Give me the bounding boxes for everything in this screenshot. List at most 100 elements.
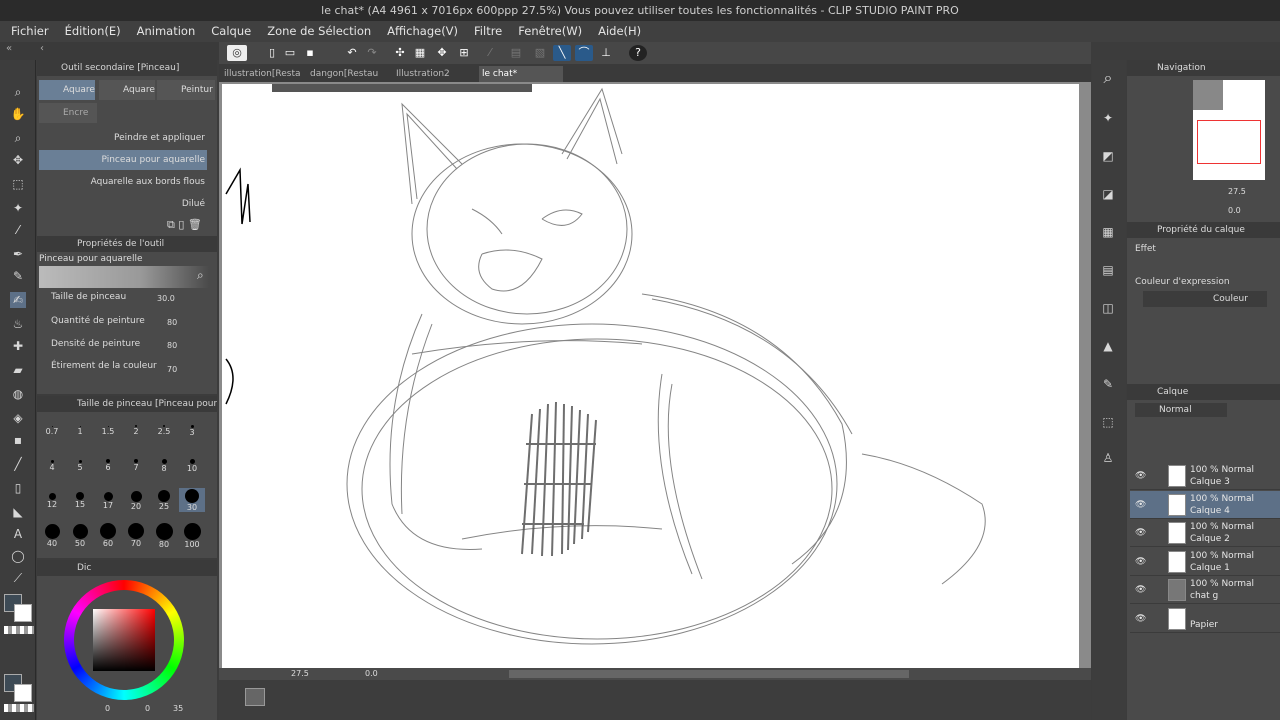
- subtool-tab-peinture[interactable]: Peintur: [157, 80, 215, 100]
- visibility-eye-icon[interactable]: 👁: [1135, 471, 1146, 481]
- brush-item-pinceau-aquarelle[interactable]: Pinceau pour aquarelle: [39, 150, 207, 170]
- brush-size-cell[interactable]: 40: [39, 523, 65, 548]
- fill-bucket-icon[interactable]: ◈: [10, 410, 26, 426]
- layer-row[interactable]: 👁 100 % Normal Calque 4: [1130, 490, 1280, 519]
- arrow-left-icon[interactable]: ‹: [40, 43, 44, 54]
- material8-icon[interactable]: ✎: [1100, 376, 1116, 392]
- visibility-eye-icon[interactable]: 👁: [1135, 528, 1146, 538]
- navigator-zoom[interactable]: 27.5: [1228, 187, 1246, 196]
- help-icon[interactable]: ?: [629, 45, 647, 61]
- status-zoom[interactable]: 27.5: [291, 669, 309, 678]
- brush-size-cell[interactable]: 5: [67, 453, 93, 472]
- undo-icon[interactable]: ↶: [343, 45, 361, 61]
- status-angle[interactable]: 0.0: [365, 669, 378, 678]
- layer-row[interactable]: 👁 100 % Normal Calque 2: [1130, 519, 1280, 547]
- material6-icon[interactable]: ◫: [1100, 300, 1116, 316]
- brush-size-cell[interactable]: 80: [151, 522, 177, 549]
- transform-icon[interactable]: ✥: [433, 45, 451, 61]
- subtool-tab-aquarelle-1[interactable]: Aquare: [39, 80, 95, 100]
- brush-size-cell[interactable]: 15: [67, 488, 93, 509]
- figure-icon[interactable]: ╱: [10, 456, 26, 472]
- navigator-angle[interactable]: 0.0: [1228, 206, 1241, 215]
- snap-ruler-icon[interactable]: ╲: [553, 45, 571, 61]
- redo-icon[interactable]: ↷: [363, 45, 381, 61]
- material2-icon[interactable]: ◩: [1100, 148, 1116, 164]
- doc-tab-dangon[interactable]: dangon[Restau: [307, 66, 391, 82]
- visibility-eye-icon[interactable]: 👁: [1135, 500, 1146, 510]
- brush-size-cell[interactable]: 8: [151, 453, 177, 473]
- brush-size-cell[interactable]: 1: [67, 418, 93, 436]
- menu-animation[interactable]: Animation: [137, 21, 196, 42]
- layer-row[interactable]: 👁 100 % Normal chat g: [1130, 576, 1280, 604]
- brush-size-cell[interactable]: 17: [95, 488, 121, 510]
- prop-value-quantite[interactable]: 80: [167, 318, 177, 327]
- snap-grid-icon[interactable]: ⊥: [597, 45, 615, 61]
- material5-icon[interactable]: ▤: [1100, 262, 1116, 278]
- brush-size-cell[interactable]: 12: [39, 488, 65, 509]
- prop-value-taille[interactable]: 30.0: [157, 294, 175, 303]
- brush-item-dilue[interactable]: Dilué: [39, 194, 207, 214]
- material4-icon[interactable]: ▦: [1100, 224, 1116, 240]
- subtool-tab-encre[interactable]: Encre: [39, 103, 97, 123]
- brush-size-cell[interactable]: 60: [95, 523, 121, 548]
- sub-color-swatch[interactable]: [14, 604, 32, 622]
- select-icon[interactable]: ▧: [531, 45, 549, 61]
- brush-item-peindre[interactable]: Peindre et appliquer: [39, 128, 207, 148]
- menu-calque[interactable]: Calque: [211, 21, 251, 42]
- open-file-icon[interactable]: ▭: [281, 45, 299, 61]
- doc-tab-le-chat[interactable]: le chat*: [479, 66, 563, 82]
- decoration-icon[interactable]: ✚: [10, 338, 26, 354]
- material-icon[interactable]: ✦: [1100, 110, 1116, 126]
- snap-special-icon[interactable]: ⌒: [575, 45, 593, 61]
- frame-icon[interactable]: ▯: [10, 480, 26, 496]
- canvas-area[interactable]: [219, 82, 1091, 668]
- horizontal-scrollbar[interactable]: [509, 670, 909, 678]
- pen-tool-icon[interactable]: ✒: [10, 246, 26, 262]
- correction-icon[interactable]: ⟋: [10, 570, 26, 586]
- prop-value-densite[interactable]: 80: [167, 341, 177, 350]
- pencil-tool-icon[interactable]: ✎: [10, 268, 26, 284]
- brush-size-cell[interactable]: 2: [123, 418, 149, 436]
- menu-selection[interactable]: Zone de Sélection: [267, 21, 371, 42]
- timeline-icon[interactable]: [245, 688, 265, 706]
- menu-edition[interactable]: Édition(E): [65, 21, 121, 42]
- brush-tool-icon[interactable]: ✍: [10, 292, 26, 308]
- brush-size-cell[interactable]: 25: [151, 488, 177, 511]
- brush-size-cell[interactable]: 70: [123, 523, 149, 548]
- subtool-action-icons[interactable]: ⧉ ▯ 🗑: [167, 218, 202, 232]
- layer-row[interactable]: 👁 Papier: [1130, 605, 1280, 633]
- navigator-preview[interactable]: [1193, 80, 1265, 180]
- blend-mode-select[interactable]: Normal: [1135, 403, 1227, 417]
- brush-size-cell[interactable]: 3: [179, 418, 205, 437]
- brush-size-cell[interactable]: 10: [179, 453, 205, 473]
- hand-tool-icon[interactable]: ✋: [10, 106, 26, 122]
- subtool-tab-aquarelle-2[interactable]: Aquare: [99, 80, 155, 100]
- move-tool-icon[interactable]: ✥: [10, 152, 26, 168]
- brush-size-cell[interactable]: 50: [67, 523, 93, 548]
- operation-icon[interactable]: ◣: [10, 504, 26, 520]
- auto-select-icon[interactable]: ✦: [10, 200, 26, 216]
- grid-icon[interactable]: ▤: [507, 45, 525, 61]
- collapse-left-icon[interactable]: «: [6, 43, 12, 54]
- layer-row[interactable]: 👁 100 % Normal Calque 1: [1130, 548, 1280, 576]
- doc-tab-illustration2[interactable]: Illustration2: [393, 66, 477, 82]
- transparent-swatch[interactable]: [4, 626, 34, 634]
- material9-icon[interactable]: ⬚: [1100, 414, 1116, 430]
- prop-value-etirement[interactable]: 70: [167, 365, 177, 374]
- menu-fenetre[interactable]: Fenêtre(W): [518, 21, 582, 42]
- eraser-icon[interactable]: ▰: [10, 362, 26, 378]
- saturation-square[interactable]: [93, 609, 155, 671]
- brush-size-cell[interactable]: 0.7: [39, 418, 65, 436]
- ruler-icon[interactable]: ⁄: [481, 45, 499, 61]
- menu-filtre[interactable]: Filtre: [474, 21, 502, 42]
- sub-color-swatch-2[interactable]: [14, 684, 32, 702]
- visibility-eye-icon[interactable]: 👁: [1135, 585, 1146, 595]
- menu-affichage[interactable]: Affichage(V): [387, 21, 458, 42]
- doc-tab-illustration[interactable]: illustration[Resta: [221, 66, 305, 82]
- drawing-paper[interactable]: [222, 84, 1079, 668]
- new-file-icon[interactable]: ▯: [263, 45, 281, 61]
- brush-size-cell[interactable]: 2.5: [151, 418, 177, 436]
- material7-icon[interactable]: ▲: [1100, 338, 1116, 354]
- brush-size-cell[interactable]: 1.5: [95, 418, 121, 436]
- save-icon[interactable]: ▪: [301, 45, 319, 61]
